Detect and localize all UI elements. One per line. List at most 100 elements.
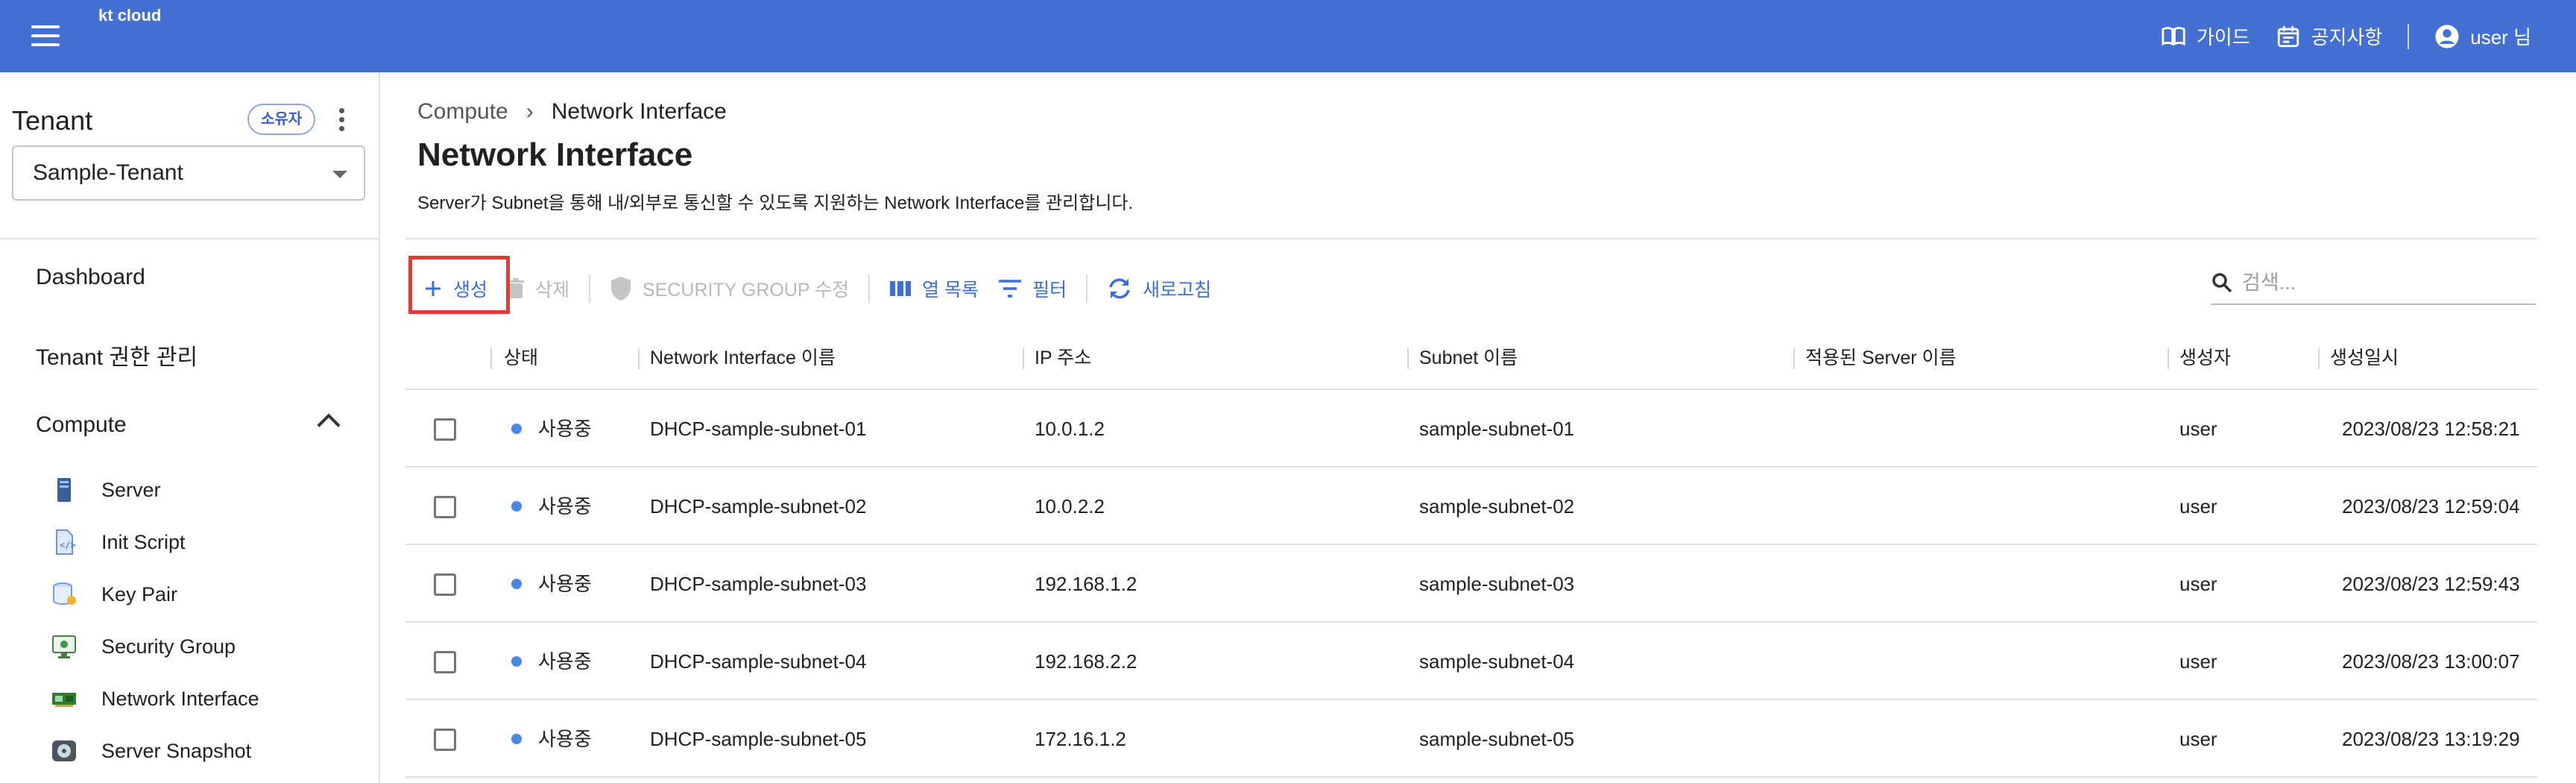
security-group-edit-label: SECURITY GROUP 수정 <box>643 280 850 301</box>
status-text: 사용중 <box>538 418 592 440</box>
created-cell: 2023/08/23 12:59:04 <box>2342 495 2520 518</box>
server-snapshot-icon <box>52 740 76 761</box>
creator-cell: user <box>2179 573 2217 595</box>
status-cell: 사용중 <box>511 700 592 778</box>
sidebar-item-dashboard[interactable]: Dashboard <box>36 265 145 290</box>
refresh-icon <box>1109 278 1130 299</box>
sidebar: Tenant 소유자 Sample-Tenant Dashboard Tenan… <box>0 72 380 783</box>
delete-button[interactable]: 삭제 <box>507 275 569 302</box>
column-header-subnet[interactable]: Subnet 이름 <box>1419 326 1518 390</box>
subnet-cell: sample-subnet-04 <box>1419 650 1575 673</box>
breadcrumb-compute[interactable]: Compute <box>417 99 508 125</box>
sidebar-item-tenant-permissions[interactable]: Tenant 권한 관리 <box>36 339 198 371</box>
page-description: Server가 Subnet을 통해 내/외부로 통신할 수 있도록 지원하는 … <box>417 193 1134 213</box>
tenant-select[interactable]: Sample-Tenant <box>12 145 365 201</box>
guide-link[interactable]: 가이드 <box>2161 22 2250 50</box>
sidebar-item-compute[interactable]: Compute <box>36 412 127 438</box>
columns-button[interactable]: 열 목록 <box>889 275 979 302</box>
status-dot-icon <box>511 734 522 745</box>
column-separator <box>490 348 492 369</box>
sidebar-item-init-script[interactable]: </> Init Script <box>51 526 186 559</box>
row-checkbox[interactable] <box>434 651 456 673</box>
table-row[interactable]: 사용중 DHCP-sample-subnet-01 10.0.1.2 sampl… <box>405 390 2537 468</box>
book-icon <box>2162 26 2185 45</box>
column-header-name[interactable]: Network Interface 이름 <box>650 326 836 390</box>
row-checkbox[interactable] <box>434 573 456 596</box>
guide-label: 가이드 <box>2196 26 2250 48</box>
sidebar-item-server[interactable]: Server <box>51 474 161 506</box>
toolbar: 생성 삭제 SECURITY GROUP 수정 열 목록 필터 새로고침 <box>408 256 1231 321</box>
sidebar-item-label: Init Script <box>101 530 186 553</box>
column-header-created[interactable]: 생성일시 <box>2330 326 2399 390</box>
chevron-up-icon[interactable] <box>317 413 341 437</box>
created-cell: 2023/08/23 12:58:21 <box>2342 418 2520 440</box>
status-cell: 사용중 <box>511 545 592 623</box>
filter-button[interactable]: 필터 <box>998 275 1067 302</box>
refresh-button-label: 새로고침 <box>1143 280 1212 301</box>
security-group-edit-button[interactable]: SECURITY GROUP 수정 <box>610 275 849 302</box>
columns-button-label: 열 목록 <box>922 280 979 301</box>
toolbar-divider <box>868 274 871 303</box>
trash-icon <box>508 278 525 298</box>
created-cell: 2023/08/23 12:59:43 <box>2342 573 2520 595</box>
column-separator <box>1407 348 1409 369</box>
sidebar-item-network-interface[interactable]: Network Interface <box>51 682 259 715</box>
security-group-icon <box>52 635 76 658</box>
table-row[interactable]: 사용중 DHCP-sample-subnet-04 192.168.2.2 sa… <box>405 623 2537 700</box>
table-row[interactable]: 사용중 DHCP-sample-subnet-03 192.168.1.2 sa… <box>405 545 2537 623</box>
sidebar-item-label: Network Interface <box>101 687 259 710</box>
name-cell: DHCP-sample-subnet-04 <box>650 650 867 673</box>
main-content: Compute › Network Interface Network Inte… <box>382 72 2576 783</box>
table-row[interactable]: 사용중 DHCP-sample-subnet-05 172.16.1.2 sam… <box>405 700 2537 778</box>
more-options-icon[interactable] <box>332 108 350 135</box>
logo-small: kt cloud <box>98 6 162 25</box>
create-button[interactable]: 생성 <box>423 275 487 302</box>
status-text: 사용중 <box>538 728 592 750</box>
account-icon <box>2435 24 2459 48</box>
plus-icon <box>426 281 441 296</box>
ip-cell: 192.168.2.2 <box>1035 650 1137 673</box>
column-header-creator[interactable]: 생성자 <box>2179 326 2231 390</box>
breadcrumb-current: Network Interface <box>551 99 727 124</box>
column-separator <box>2318 348 2320 369</box>
toolbar-divider <box>589 274 591 303</box>
table-row[interactable]: 사용중 DHCP-sample-subnet-02 10.0.2.2 sampl… <box>405 468 2537 545</box>
column-header-status[interactable]: 상태 <box>504 326 538 390</box>
sidebar-item-label: Security Group <box>101 635 236 658</box>
creator-cell: user <box>2179 650 2217 673</box>
columns-icon <box>890 281 912 296</box>
row-checkbox[interactable] <box>434 496 456 518</box>
toolbar-divider <box>1086 274 1088 303</box>
column-separator <box>638 348 640 369</box>
column-separator <box>1023 348 1024 369</box>
name-cell: DHCP-sample-subnet-01 <box>650 418 867 440</box>
status-cell: 사용중 <box>511 468 592 545</box>
row-checkbox[interactable] <box>434 418 456 441</box>
status-dot-icon <box>511 579 522 590</box>
menu-icon[interactable] <box>31 25 61 48</box>
delete-button-label: 삭제 <box>535 280 570 301</box>
name-cell: DHCP-sample-subnet-03 <box>650 573 867 595</box>
server-icon <box>57 478 71 502</box>
page-title: Network Interface <box>417 136 693 173</box>
creator-cell: user <box>2179 495 2217 518</box>
sidebar-item-key-pair[interactable]: Key Pair <box>51 578 177 611</box>
subnet-cell: sample-subnet-03 <box>1419 573 1575 595</box>
sidebar-item-server-snapshot[interactable]: Server Snapshot <box>51 735 251 767</box>
created-cell: 2023/08/23 13:19:29 <box>2342 728 2520 750</box>
sidebar-item-security-group[interactable]: Security Group <box>51 630 236 663</box>
created-cell: 2023/08/23 13:00:07 <box>2342 650 2520 673</box>
logo[interactable]: kt cloud CLOUD SDDC <box>98 6 750 113</box>
status-text: 사용중 <box>538 650 592 673</box>
column-header-server[interactable]: 적용된 Server 이름 <box>1805 326 1957 390</box>
search-box <box>2211 262 2536 305</box>
refresh-button[interactable]: 새로고침 <box>1107 275 1211 302</box>
user-menu[interactable]: user 님 <box>2434 22 2531 50</box>
row-checkbox[interactable] <box>434 729 456 751</box>
creator-cell: user <box>2179 728 2217 750</box>
notice-link[interactable]: 공지사항 <box>2276 22 2382 50</box>
search-input[interactable] <box>2242 271 2525 295</box>
ip-cell: 10.0.2.2 <box>1035 495 1105 518</box>
column-header-ip[interactable]: IP 주소 <box>1035 326 1091 390</box>
breadcrumb: Compute › Network Interface <box>417 99 727 125</box>
